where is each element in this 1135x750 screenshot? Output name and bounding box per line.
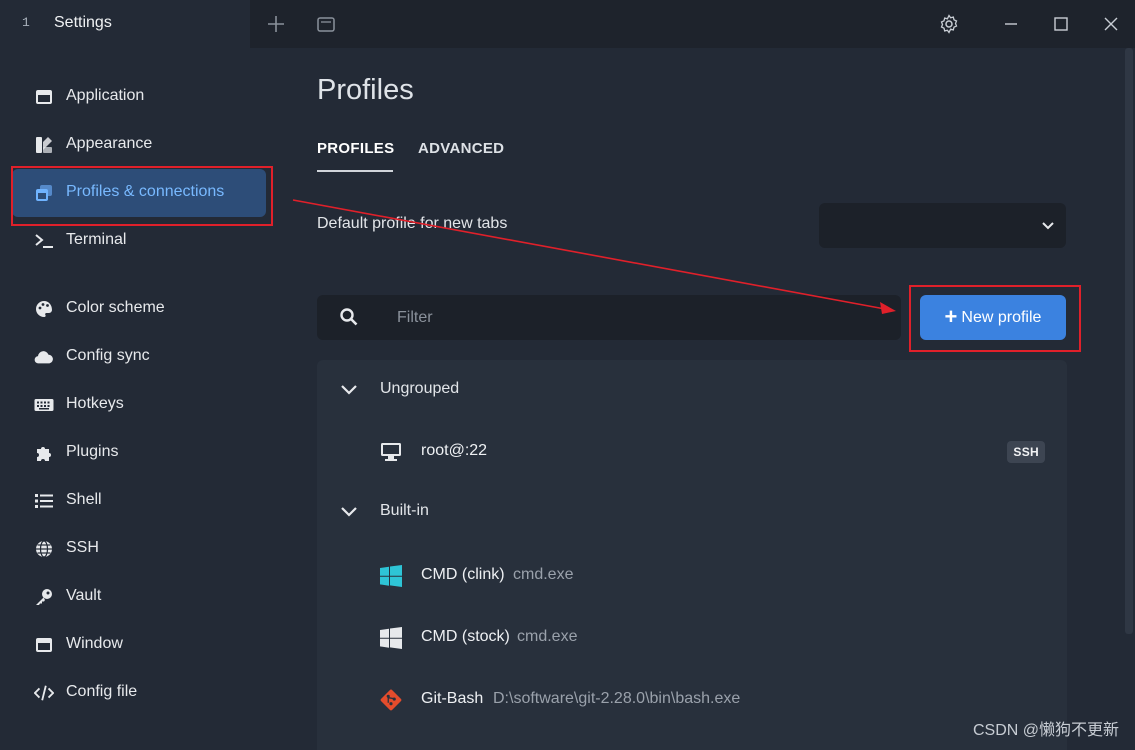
annotation-box-sidebar bbox=[11, 166, 273, 226]
profile-name: Git-Bash bbox=[421, 690, 484, 707]
active-tab-indicator bbox=[317, 170, 393, 172]
monitor-icon bbox=[379, 440, 403, 464]
list-item[interactable]: CMD (stock) cmd.exe bbox=[317, 613, 1067, 663]
sidebar-item-window[interactable]: Window bbox=[12, 621, 266, 669]
default-profile-select[interactable] bbox=[819, 203, 1066, 248]
appearance-icon bbox=[34, 135, 54, 155]
application-icon bbox=[34, 87, 54, 107]
sidebar-item-ssh[interactable]: SSH bbox=[12, 525, 266, 573]
search-icon bbox=[339, 307, 359, 327]
windows-logo-icon bbox=[379, 564, 403, 588]
profile-command: cmd.exe bbox=[517, 628, 578, 645]
chevron-down-icon bbox=[339, 379, 359, 399]
profile-command: D:\software\git-2.28.0\bin\bash.exe bbox=[493, 690, 741, 707]
window-icon bbox=[34, 635, 54, 655]
profile-name: CMD (stock) bbox=[421, 628, 510, 645]
default-profile-label: Default profile for new tabs bbox=[317, 215, 508, 232]
sidebar-item-label: Vault bbox=[66, 587, 102, 604]
puzzle-icon bbox=[34, 443, 54, 463]
sidebar-item-label: Plugins bbox=[66, 443, 119, 460]
sidebar-item-label: Config sync bbox=[66, 347, 150, 364]
tab-profiles[interactable]: PROFILES bbox=[317, 140, 395, 172]
page-title: Profiles bbox=[317, 74, 414, 106]
window-icon[interactable] bbox=[314, 12, 338, 36]
sidebar-item-label: Appearance bbox=[66, 135, 153, 152]
filter-input[interactable] bbox=[397, 295, 887, 340]
profile-list: Ungrouped root@:22 SSH Built-in CMD (cli… bbox=[317, 360, 1067, 750]
sidebar-item-hotkeys[interactable]: Hotkeys bbox=[12, 381, 266, 429]
close-icon[interactable] bbox=[1099, 12, 1123, 36]
list-icon bbox=[34, 491, 54, 511]
globe-icon bbox=[34, 539, 54, 559]
sidebar-item-plugins[interactable]: Plugins bbox=[12, 429, 266, 477]
group-header-ungrouped[interactable]: Ungrouped bbox=[317, 369, 1067, 409]
settings-sidebar: Application Appearance Profiles & connec… bbox=[0, 48, 290, 750]
sidebar-item-label: Hotkeys bbox=[66, 395, 124, 412]
git-icon bbox=[379, 688, 403, 712]
ssh-badge: SSH bbox=[1007, 441, 1045, 463]
chevron-down-icon bbox=[1040, 217, 1056, 233]
tab-index: 1 bbox=[22, 15, 30, 30]
cloud-icon bbox=[34, 347, 54, 367]
profiles-panel: Profiles PROFILES ADVANCED Default profi… bbox=[290, 48, 1135, 750]
annotation-box-new-profile bbox=[909, 285, 1081, 352]
sidebar-item-label: SSH bbox=[66, 539, 99, 556]
sidebar-item-label: Window bbox=[66, 635, 123, 652]
plus-icon[interactable] bbox=[264, 12, 288, 36]
group-label: Built-in bbox=[380, 502, 429, 519]
sidebar-item-label: Color scheme bbox=[66, 299, 165, 316]
terminal-icon bbox=[34, 231, 54, 251]
sidebar-item-label: Shell bbox=[66, 491, 102, 508]
sidebar-item-shell[interactable]: Shell bbox=[12, 477, 266, 525]
scrollbar[interactable] bbox=[1125, 48, 1133, 634]
list-item[interactable]: Git-Bash D:\software\git-2.28.0\bin\bash… bbox=[317, 675, 1067, 725]
sidebar-item-color-scheme[interactable]: Color scheme bbox=[12, 285, 266, 333]
filter-field[interactable] bbox=[317, 295, 901, 340]
sidebar-item-application[interactable]: Application bbox=[12, 73, 266, 121]
chevron-down-icon bbox=[339, 501, 359, 521]
profile-name: root@:22 bbox=[421, 442, 488, 459]
keyboard-icon bbox=[34, 395, 54, 415]
code-icon bbox=[34, 683, 54, 703]
title-bar: 1 Settings bbox=[0, 0, 1135, 48]
tab-advanced[interactable]: ADVANCED bbox=[418, 140, 504, 157]
list-item[interactable]: root@:22 SSH bbox=[317, 427, 1067, 477]
group-header-built-in[interactable]: Built-in bbox=[317, 491, 1067, 531]
watermark: CSDN @懒狗不更新 bbox=[972, 722, 1119, 739]
profile-name: CMD (clink) bbox=[421, 566, 505, 583]
minimize-icon[interactable] bbox=[999, 12, 1023, 36]
sidebar-item-label: Config file bbox=[66, 683, 138, 700]
maximize-icon[interactable] bbox=[1049, 12, 1073, 36]
profile-command: cmd.exe bbox=[513, 566, 574, 583]
settings-tab[interactable]: 1 Settings bbox=[0, 0, 250, 48]
sidebar-item-appearance[interactable]: Appearance bbox=[12, 121, 266, 169]
tab-label: ADVANCED bbox=[418, 140, 505, 157]
sidebar-item-config-file[interactable]: Config file bbox=[12, 669, 266, 717]
group-label: Ungrouped bbox=[380, 380, 460, 397]
sidebar-item-config-sync[interactable]: Config sync bbox=[12, 333, 266, 381]
windows-logo-icon bbox=[379, 626, 403, 650]
tab-label: PROFILES bbox=[317, 140, 395, 157]
sidebar-item-vault[interactable]: Vault bbox=[12, 573, 266, 621]
gear-icon[interactable] bbox=[937, 12, 961, 36]
key-icon bbox=[34, 587, 54, 607]
list-item[interactable]: CMD (clink) cmd.exe bbox=[317, 551, 1067, 601]
palette-icon bbox=[34, 299, 54, 319]
sidebar-item-label: Terminal bbox=[66, 231, 127, 248]
tab-title: Settings bbox=[54, 14, 112, 31]
sidebar-item-label: Application bbox=[66, 87, 145, 104]
